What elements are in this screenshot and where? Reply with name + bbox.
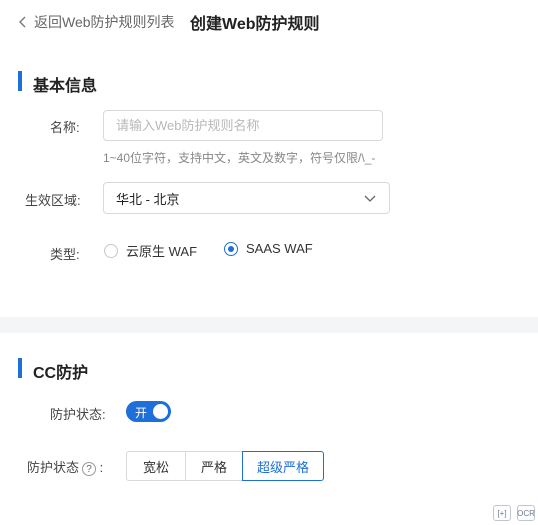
capture-icon[interactable]: [+]: [493, 505, 511, 521]
help-icon[interactable]: ?: [82, 461, 97, 476]
type-radio-saas[interactable]: SAAS WAF: [224, 241, 313, 256]
cc-status-label: 防护状态:: [50, 407, 106, 422]
chevron-left-icon: [19, 16, 26, 28]
name-hint: 1~40位字符，支持中文，英文及数字，符号仅限/\_-: [103, 151, 376, 165]
cc-level-segmented: 宽松 严格 超级严格: [126, 451, 324, 481]
cc-level-label: 防护状态? :: [27, 460, 104, 476]
back-link[interactable]: 返回Web防护规则列表: [14, 12, 175, 32]
section-marker: [18, 71, 22, 91]
top-bar: 返回Web防护规则列表 创建Web防护规则: [0, 0, 538, 44]
name-input[interactable]: [103, 110, 383, 141]
level-option-loose[interactable]: 宽松: [126, 451, 186, 481]
back-link-label: 返回Web防护规则列表: [34, 14, 175, 30]
level-option-super-strict[interactable]: 超级严格: [242, 451, 324, 481]
radio-circle-checked: [224, 241, 238, 256]
section-title-cc: CC防护: [33, 365, 89, 382]
type-radio-cloud-native[interactable]: 云原生 WAF: [104, 241, 197, 260]
name-label: 名称:: [50, 120, 80, 135]
cc-level-label-text: 防护状态: [27, 460, 80, 475]
radio-circle: [104, 243, 118, 258]
chevron-down-icon: [364, 195, 376, 202]
section-marker: [18, 358, 22, 378]
cc-status-toggle[interactable]: 开: [126, 401, 171, 422]
section-title-basic: 基本信息: [33, 78, 98, 95]
region-label: 生效区域:: [25, 193, 81, 208]
type-option-label: SAAS WAF: [246, 241, 313, 256]
region-select-value: 华北 - 北京: [116, 191, 180, 207]
ocr-icon[interactable]: OCR: [517, 505, 535, 521]
level-option-strict[interactable]: 严格: [185, 451, 243, 481]
type-option-label: 云原生 WAF: [126, 244, 198, 259]
toggle-knob: [153, 404, 168, 419]
toggle-text: 开: [135, 406, 148, 420]
section-divider: [0, 317, 538, 333]
region-select[interactable]: 华北 - 北京: [103, 182, 390, 214]
page-title: 创建Web防护规则: [190, 16, 320, 33]
type-label: 类型:: [50, 247, 80, 262]
